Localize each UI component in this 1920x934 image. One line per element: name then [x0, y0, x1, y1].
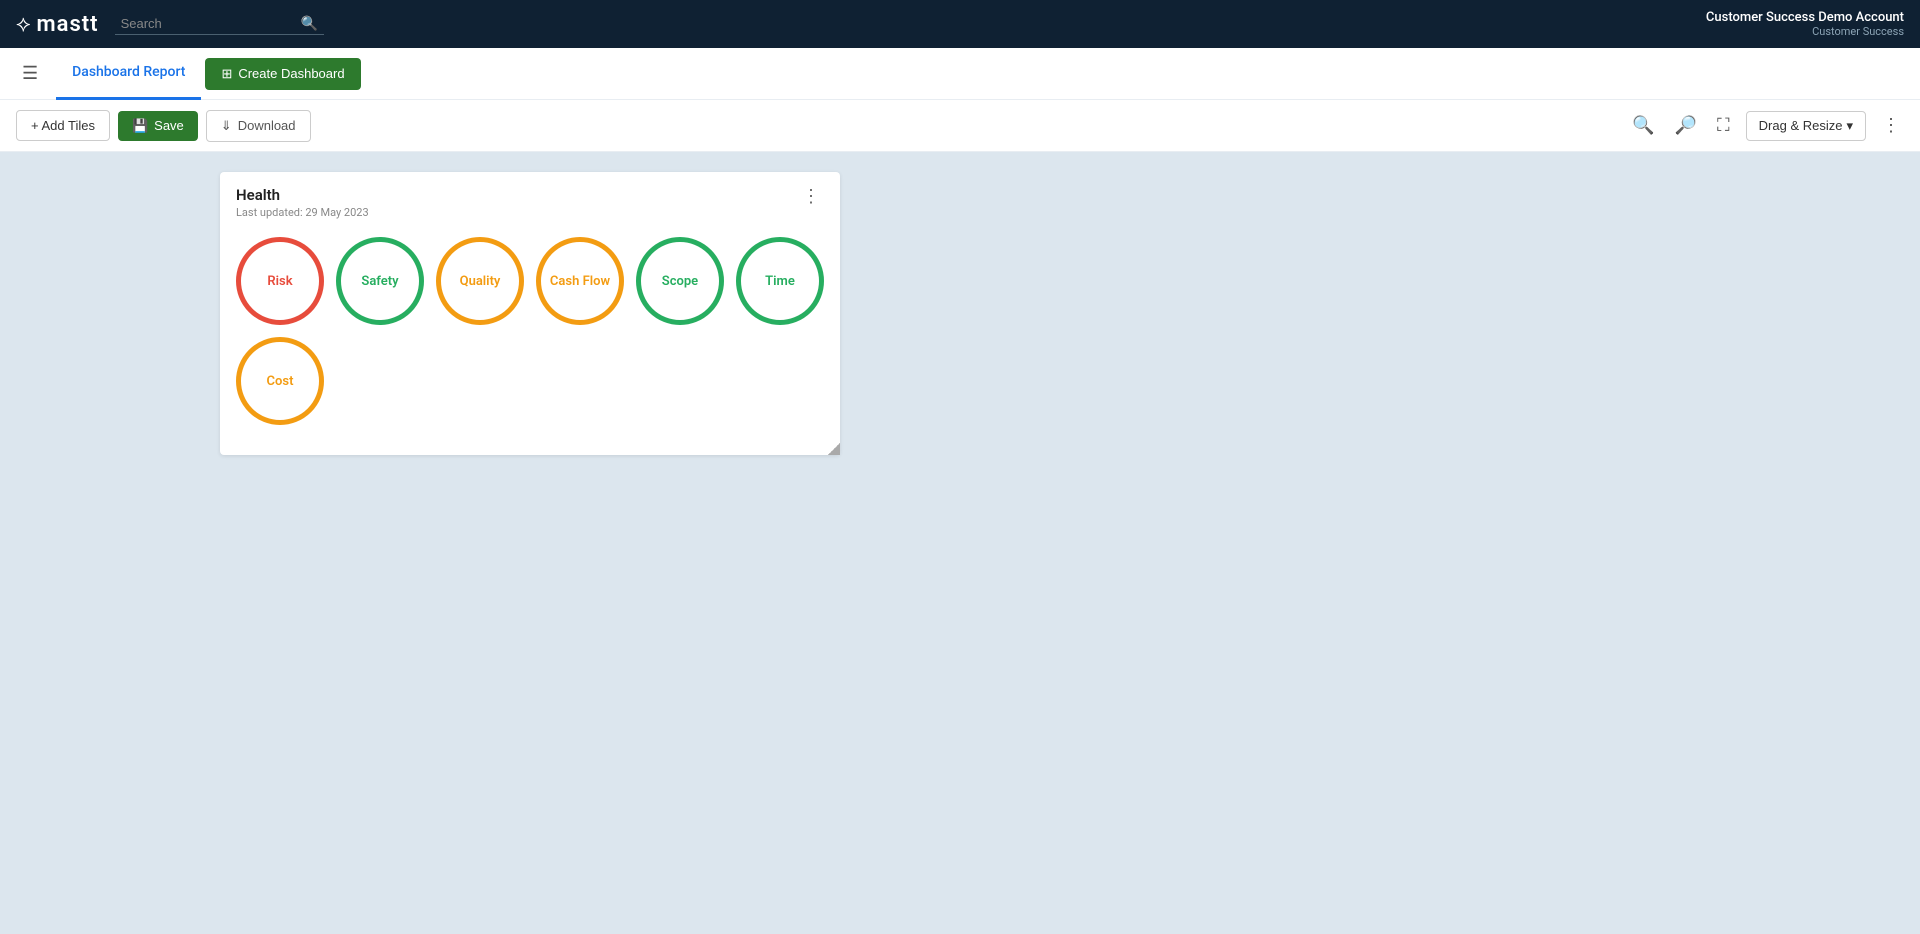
search-zoom-button[interactable]: 🔍 — [1628, 111, 1658, 140]
search-icon[interactable]: 🔍 — [301, 16, 318, 32]
logo-text: mastt — [37, 12, 99, 37]
drag-resize-button[interactable]: Drag & Resize ▾ — [1746, 111, 1866, 141]
logo[interactable]: ⟡ mastt — [16, 12, 99, 37]
card-header-info: Health Last updated: 29 May 2023 — [236, 186, 369, 219]
card-title: Health — [236, 186, 369, 204]
zoom-out-icon: 🔎 — [1675, 115, 1697, 136]
health-card: Health Last updated: 29 May 2023 ⋮ RiskS… — [220, 172, 840, 455]
toolbar-right: 🔍 🔎 ⛶ Drag & Resize ▾ ⋮ — [1628, 111, 1904, 141]
health-circle-safety[interactable]: Safety — [336, 237, 424, 325]
fullscreen-button[interactable]: ⛶ — [1713, 111, 1734, 140]
sub-navigation: ☰ Dashboard Report ⊞ Create Dashboard — [0, 48, 1920, 100]
zoom-out-button[interactable]: 🔎 — [1671, 111, 1701, 140]
top-navigation: ⟡ mastt 🔍 Customer Success Demo Account … — [0, 0, 1920, 48]
download-button[interactable]: ⇓ Download — [206, 110, 311, 142]
account-subtitle: Customer Success — [1706, 25, 1904, 38]
health-circle-scope[interactable]: Scope — [636, 237, 724, 325]
save-icon: 💾 — [132, 118, 148, 134]
card-menu-button[interactable]: ⋮ — [798, 186, 824, 207]
search-container: 🔍 — [115, 14, 324, 35]
account-info[interactable]: Customer Success Demo Account Customer S… — [1706, 10, 1904, 38]
health-circle-time[interactable]: Time — [736, 237, 824, 325]
hamburger-button[interactable]: ☰ — [16, 57, 44, 90]
top-nav-left: ⟡ mastt 🔍 — [16, 12, 324, 37]
create-dashboard-icon: ⊞ — [221, 66, 232, 82]
search-zoom-icon: 🔍 — [1632, 115, 1654, 136]
card-header: Health Last updated: 29 May 2023 ⋮ — [220, 172, 840, 227]
search-input[interactable] — [121, 16, 301, 31]
toolbar: + Add Tiles 💾 Save ⇓ Download 🔍 🔎 ⛶ Drag… — [0, 100, 1920, 152]
main-content: Health Last updated: 29 May 2023 ⋮ RiskS… — [0, 152, 1920, 934]
fullscreen-icon: ⛶ — [1717, 115, 1730, 136]
health-circle-quality[interactable]: Quality — [436, 237, 524, 325]
card-subtitle: Last updated: 29 May 2023 — [236, 206, 369, 219]
more-options-icon: ⋮ — [1882, 115, 1900, 136]
create-dashboard-button[interactable]: ⊞ Create Dashboard — [205, 58, 360, 90]
card-body: RiskSafetyQualityCash FlowScopeTime Cost — [220, 227, 840, 455]
more-options-button[interactable]: ⋮ — [1878, 111, 1904, 140]
account-name: Customer Success Demo Account — [1706, 10, 1904, 25]
resize-handle[interactable] — [828, 443, 840, 455]
logo-icon: ⟡ — [16, 12, 29, 37]
health-circle-cash-flow[interactable]: Cash Flow — [536, 237, 624, 325]
dropdown-arrow-icon: ▾ — [1846, 118, 1853, 134]
health-circle-risk[interactable]: Risk — [236, 237, 324, 325]
download-icon: ⇓ — [221, 118, 232, 134]
health-circle-cost[interactable]: Cost — [236, 337, 324, 425]
tab-dashboard-report[interactable]: Dashboard Report — [56, 48, 201, 100]
add-tiles-button[interactable]: + Add Tiles — [16, 110, 110, 141]
save-button[interactable]: 💾 Save — [118, 111, 198, 141]
